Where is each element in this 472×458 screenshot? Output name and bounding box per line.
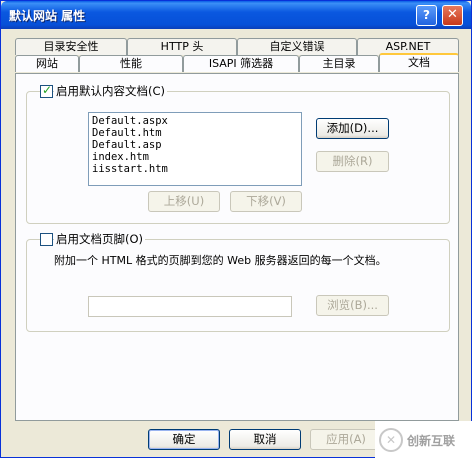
documents-panel: 启用默认内容文档(C) Default.aspx Default.htm Def… bbox=[15, 73, 459, 421]
list-item[interactable]: iisstart.htm bbox=[92, 163, 298, 175]
add-button[interactable]: 添加(D)... bbox=[316, 118, 389, 139]
tab-isapi-filters[interactable]: ISAPI 筛选器 bbox=[183, 55, 299, 72]
list-item[interactable]: Default.asp bbox=[92, 139, 298, 151]
cancel-button[interactable]: 取消 bbox=[229, 429, 301, 450]
footer-file-field[interactable] bbox=[88, 296, 292, 317]
tab-custom-errors[interactable]: 自定义错误 bbox=[237, 38, 357, 55]
document-footer-group bbox=[26, 239, 450, 332]
window-title: 默认网站 属性 bbox=[9, 9, 86, 23]
footer-description: 附加一个 HTML 格式的页脚到您的 Web 服务器返回的每一个文档。 bbox=[54, 254, 387, 267]
list-item[interactable]: index.htm bbox=[92, 151, 298, 163]
close-button[interactable]: ✕ bbox=[442, 5, 463, 26]
ok-button[interactable]: 确定 bbox=[148, 429, 220, 450]
tab-documents[interactable]: 文档 bbox=[379, 53, 459, 72]
help-button[interactable]: ? bbox=[416, 5, 437, 26]
enable-footer-label[interactable]: 启用文档页脚(O) bbox=[54, 231, 146, 247]
tab-home-directory[interactable]: 主目录 bbox=[299, 55, 379, 72]
tab-directory-security[interactable]: 目录安全性 bbox=[15, 38, 127, 55]
properties-dialog: 默认网站 属性 ? ✕ 目录安全性 HTTP 头 自定义错误 ASP.NET 网… bbox=[0, 0, 472, 458]
apply-button[interactable]: 应用(A) bbox=[310, 429, 382, 450]
move-down-button[interactable]: 下移(V) bbox=[230, 191, 302, 212]
tab-website[interactable]: 网站 bbox=[15, 55, 79, 72]
list-item[interactable]: Default.htm bbox=[92, 127, 298, 139]
watermark: ✕ 创新互联 bbox=[375, 421, 472, 458]
enable-default-content-label[interactable]: 启用默认内容文档(C) bbox=[54, 83, 168, 99]
enable-default-content-checkbox[interactable] bbox=[40, 83, 53, 98]
enable-footer-checkbox[interactable] bbox=[40, 233, 53, 246]
move-up-button[interactable]: 上移(U) bbox=[148, 191, 220, 212]
tab-performance[interactable]: 性能 bbox=[79, 55, 183, 72]
watermark-logo-icon: ✕ bbox=[379, 428, 403, 452]
remove-button[interactable]: 删除(R) bbox=[316, 151, 389, 172]
browse-button[interactable]: 浏览(B)... bbox=[316, 295, 389, 316]
title-bar[interactable]: 默认网站 属性 ? ✕ bbox=[1, 1, 471, 29]
tab-http-headers[interactable]: HTTP 头 bbox=[127, 38, 237, 55]
default-documents-list[interactable]: Default.aspx Default.htm Default.asp ind… bbox=[88, 112, 302, 186]
list-item[interactable]: Default.aspx bbox=[92, 115, 298, 127]
watermark-text: 创新互联 bbox=[407, 433, 456, 448]
